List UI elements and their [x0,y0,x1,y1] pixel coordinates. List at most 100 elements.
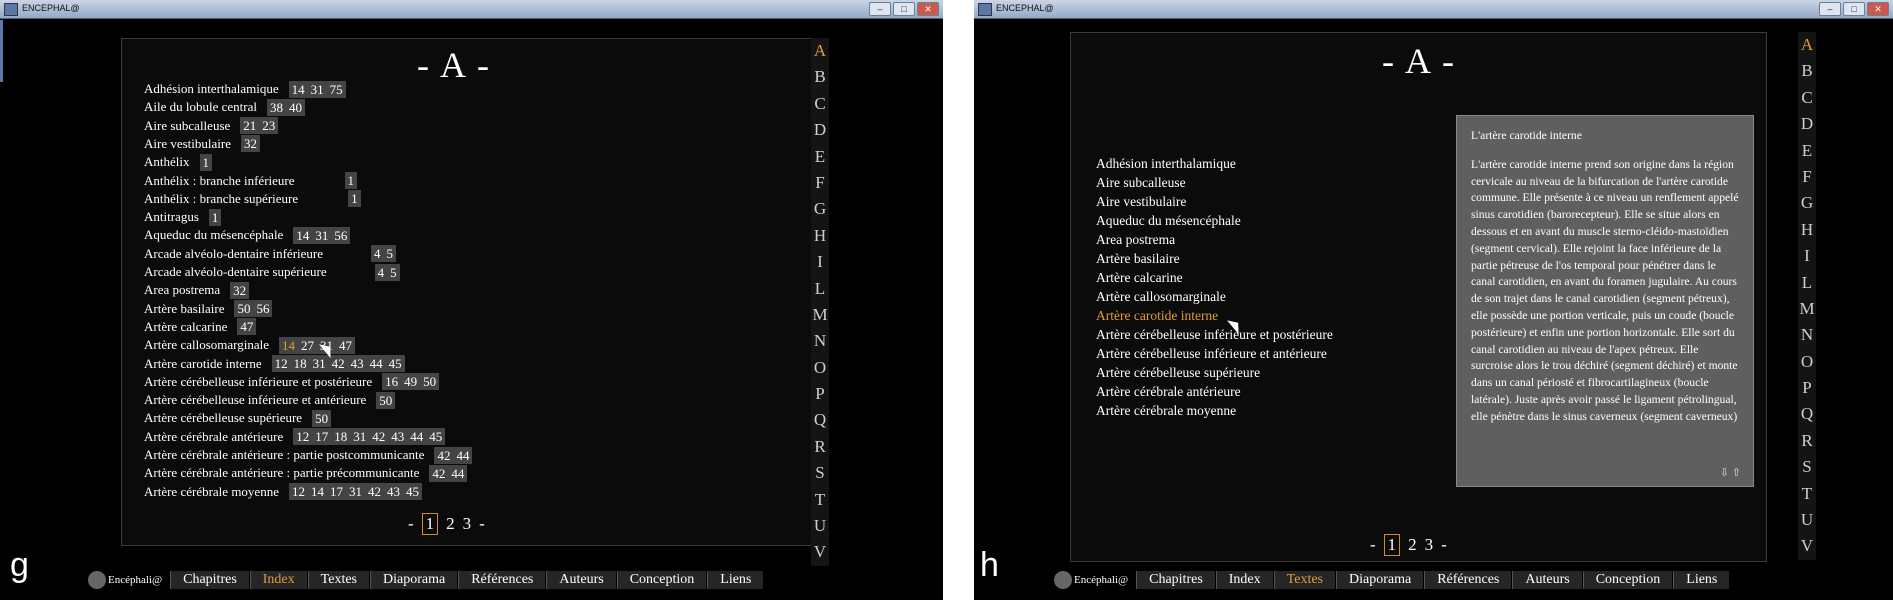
page-link[interactable]: 42 [365,483,384,500]
pager-next[interactable]: - [479,514,485,534]
page-link[interactable]: 5 [387,264,400,281]
page-link[interactable]: 45 [403,483,422,500]
page-link[interactable]: 38 [267,99,286,116]
page-link[interactable]: 4 [371,245,384,262]
page-link[interactable]: 18 [331,428,350,445]
text-list-item[interactable]: Adhésion interthalamique [1096,156,1333,175]
page-link[interactable]: 17 [312,428,331,445]
letter-v[interactable]: V [1798,533,1816,559]
page-link[interactable]: 17 [327,483,346,500]
letter-l[interactable]: L [1798,270,1816,296]
letter-v[interactable]: V [811,539,829,565]
page-link[interactable]: 14 [279,337,298,354]
index-term[interactable]: Antitragus [144,209,199,225]
page-link[interactable]: 16 [382,373,401,390]
page-link[interactable]: 31 [350,428,369,445]
nav-diaporama[interactable]: Diaporama [370,571,458,589]
index-term[interactable]: Aire subcalleuse [144,118,230,134]
text-list-item[interactable]: Artère calcarine [1096,270,1333,289]
nav-auteurs[interactable]: Auteurs [546,571,616,589]
pager-prev[interactable]: - [1370,535,1376,555]
letter-b[interactable]: B [1798,58,1816,84]
page-link[interactable]: 12 [293,428,312,445]
text-list-item[interactable]: Area postrema [1096,232,1333,251]
index-term[interactable]: Arcade alvéolo-dentaire inférieure [144,246,323,262]
text-list-item[interactable]: Artère cérébelleuse inférieure et antéri… [1096,346,1333,365]
pager-page-1[interactable]: 1 [421,513,439,535]
page-link[interactable]: 47 [336,337,355,354]
page-link[interactable]: 32 [241,135,260,152]
page-link[interactable]: 1 [348,190,361,207]
letter-f[interactable]: F [1798,164,1816,190]
page-link[interactable]: 5 [384,245,397,262]
page-link[interactable]: 43 [348,355,367,372]
letter-p[interactable]: P [1798,375,1816,401]
page-link[interactable]: 32 [230,282,249,299]
text-list-item[interactable]: Aire vestibulaire [1096,194,1333,213]
text-list-item[interactable]: Artère callosomarginale [1096,289,1333,308]
text-list-item[interactable]: Artère carotide interne [1096,308,1333,327]
minimize-button[interactable]: – [869,2,891,16]
pager-page-1[interactable]: 1 [1383,534,1401,556]
index-term[interactable]: Adhésion interthalamique [144,81,279,97]
page-link[interactable]: 44 [448,465,467,482]
page-link[interactable]: 27 [298,337,317,354]
index-term[interactable]: Artère callosomarginale [144,337,269,353]
text-list-item[interactable]: Artère cérébrale antérieure [1096,384,1333,403]
letter-a[interactable]: A [1798,32,1816,58]
page-link[interactable]: 42 [329,355,348,372]
letter-p[interactable]: P [811,381,829,407]
letter-e[interactable]: E [1798,138,1816,164]
text-list-item[interactable]: Artère cérébelleuse supérieure [1096,365,1333,384]
nav-liens[interactable]: Liens [707,571,764,589]
letter-q[interactable]: Q [811,407,829,433]
index-term[interactable]: Arcade alvéolo-dentaire supérieure [144,264,327,280]
maximize-button[interactable]: □ [893,2,915,16]
minimize-button[interactable]: – [1819,2,1841,16]
page-link[interactable]: 14 [289,81,308,98]
pager-page-2[interactable]: 2 [1408,535,1417,555]
page-link[interactable]: 49 [401,373,420,390]
nav-chapitres[interactable]: Chapitres [1136,571,1215,589]
nav-liens[interactable]: Liens [1673,571,1730,589]
page-link[interactable]: 42 [369,428,388,445]
letter-m[interactable]: M [811,302,829,328]
index-term[interactable]: Anthélix : branche supérieure [144,191,298,207]
nav-conception[interactable]: Conception [1582,571,1673,589]
page-link[interactable]: 43 [384,483,403,500]
letter-u[interactable]: U [811,513,829,539]
pager-page-2[interactable]: 2 [446,514,455,534]
page-link[interactable]: 56 [253,300,272,317]
page-link[interactable]: 50 [312,410,331,427]
nav-conception[interactable]: Conception [616,571,707,589]
index-term[interactable]: Artère cérébelleuse supérieure [144,410,302,426]
letter-c[interactable]: C [811,91,829,117]
nav-diaporama[interactable]: Diaporama [1336,571,1424,589]
index-term[interactable]: Artère cérébrale antérieure [144,429,283,445]
pager-next[interactable]: - [1441,535,1447,555]
nav-references[interactable]: Références [1424,571,1512,589]
letter-t[interactable]: T [811,487,829,513]
letter-d[interactable]: D [811,117,829,143]
nav-references[interactable]: Références [458,571,546,589]
pager-page-3[interactable]: 3 [463,514,472,534]
index-term[interactable]: Anthélix [144,154,190,170]
page-link[interactable]: 31 [308,81,327,98]
letter-n[interactable]: N [1798,322,1816,348]
index-term[interactable]: Artère carotide interne [144,356,262,372]
page-link[interactable]: 50 [376,392,395,409]
page-link[interactable]: 12 [289,483,308,500]
index-term[interactable]: Aile du lobule central [144,99,257,115]
page-link[interactable]: 50 [234,300,253,317]
letter-a[interactable]: A [811,38,829,64]
nav-chapitres[interactable]: Chapitres [170,571,249,589]
letter-b[interactable]: B [811,64,829,90]
page-link[interactable]: 44 [407,428,426,445]
text-list-item[interactable]: Artère basilaire [1096,251,1333,270]
nav-index[interactable]: Index [1215,571,1273,589]
text-list-item[interactable]: Artère cérébelleuse inférieure et postér… [1096,327,1333,346]
page-link[interactable]: 1 [209,209,222,226]
letter-o[interactable]: O [811,355,829,381]
page-link[interactable]: 50 [420,373,439,390]
page-link[interactable]: 21 [240,117,259,134]
